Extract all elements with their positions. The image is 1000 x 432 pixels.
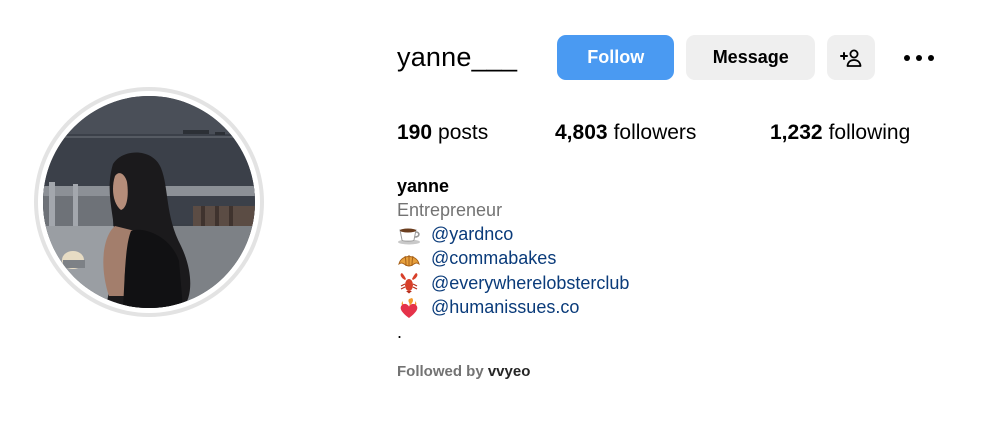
bio-mention-link[interactable]: @commabakes [431, 248, 556, 269]
bio-trailing-text: . [397, 322, 403, 342]
heart-on-fire-icon [400, 297, 418, 318]
avatar-photo [43, 96, 255, 308]
profile-page: yanne___ Follow Message 190 posts 4,803 … [0, 0, 1000, 432]
bio-mention-link[interactable]: @everywherelobsterclub [431, 273, 629, 294]
croissant-icon [398, 254, 420, 267]
posts-count: 190 posts [397, 119, 555, 147]
follow-button[interactable]: Follow [557, 35, 675, 80]
posts-count-label: posts [438, 121, 489, 144]
more-options-button[interactable] [901, 35, 937, 80]
coffee-cup-icon [398, 228, 420, 245]
bio-link-item: @humanissues.co [397, 296, 629, 321]
profile-stats: 190 posts 4,803 followers 1,232 followin… [397, 119, 910, 147]
bio-mention-link[interactable]: @humanissues.co [431, 297, 579, 318]
followers-count-value: 4,803 [555, 121, 608, 144]
display-name: yanne [397, 176, 450, 196]
following-count-value: 1,232 [770, 121, 823, 144]
profile-bio: yanne Entrepreneur @yardnco @commabakes … [397, 174, 629, 344]
more-dots-icon [904, 54, 935, 61]
followers-count-label: followers [613, 121, 697, 144]
followed-by[interactable]: Followed by vvyeo [397, 362, 530, 382]
bio-link-item: @yardnco [397, 222, 629, 247]
posts-count-value: 190 [397, 121, 433, 144]
lobster-icon [400, 273, 418, 294]
followers-link[interactable]: 4,803 followers [555, 119, 770, 147]
avatar-ring [34, 87, 264, 317]
username: yanne___ [397, 42, 518, 72]
profile-header: yanne___ Follow Message [397, 35, 937, 80]
message-button[interactable]: Message [686, 35, 816, 80]
bio-link-item: @everywherelobsterclub [397, 271, 629, 296]
following-link[interactable]: 1,232 following [770, 119, 910, 147]
bio-mention-link[interactable]: @yardnco [431, 224, 513, 245]
followed-by-prefix: Followed by [397, 363, 484, 380]
avatar[interactable] [43, 96, 255, 308]
person-plus-icon [840, 49, 862, 67]
following-count-label: following [828, 121, 911, 144]
suggest-similar-button[interactable] [827, 35, 876, 80]
profile-category: Entrepreneur [397, 200, 503, 220]
bio-link-item: @commabakes [397, 247, 629, 272]
followed-by-user: vvyeo [487, 363, 531, 380]
